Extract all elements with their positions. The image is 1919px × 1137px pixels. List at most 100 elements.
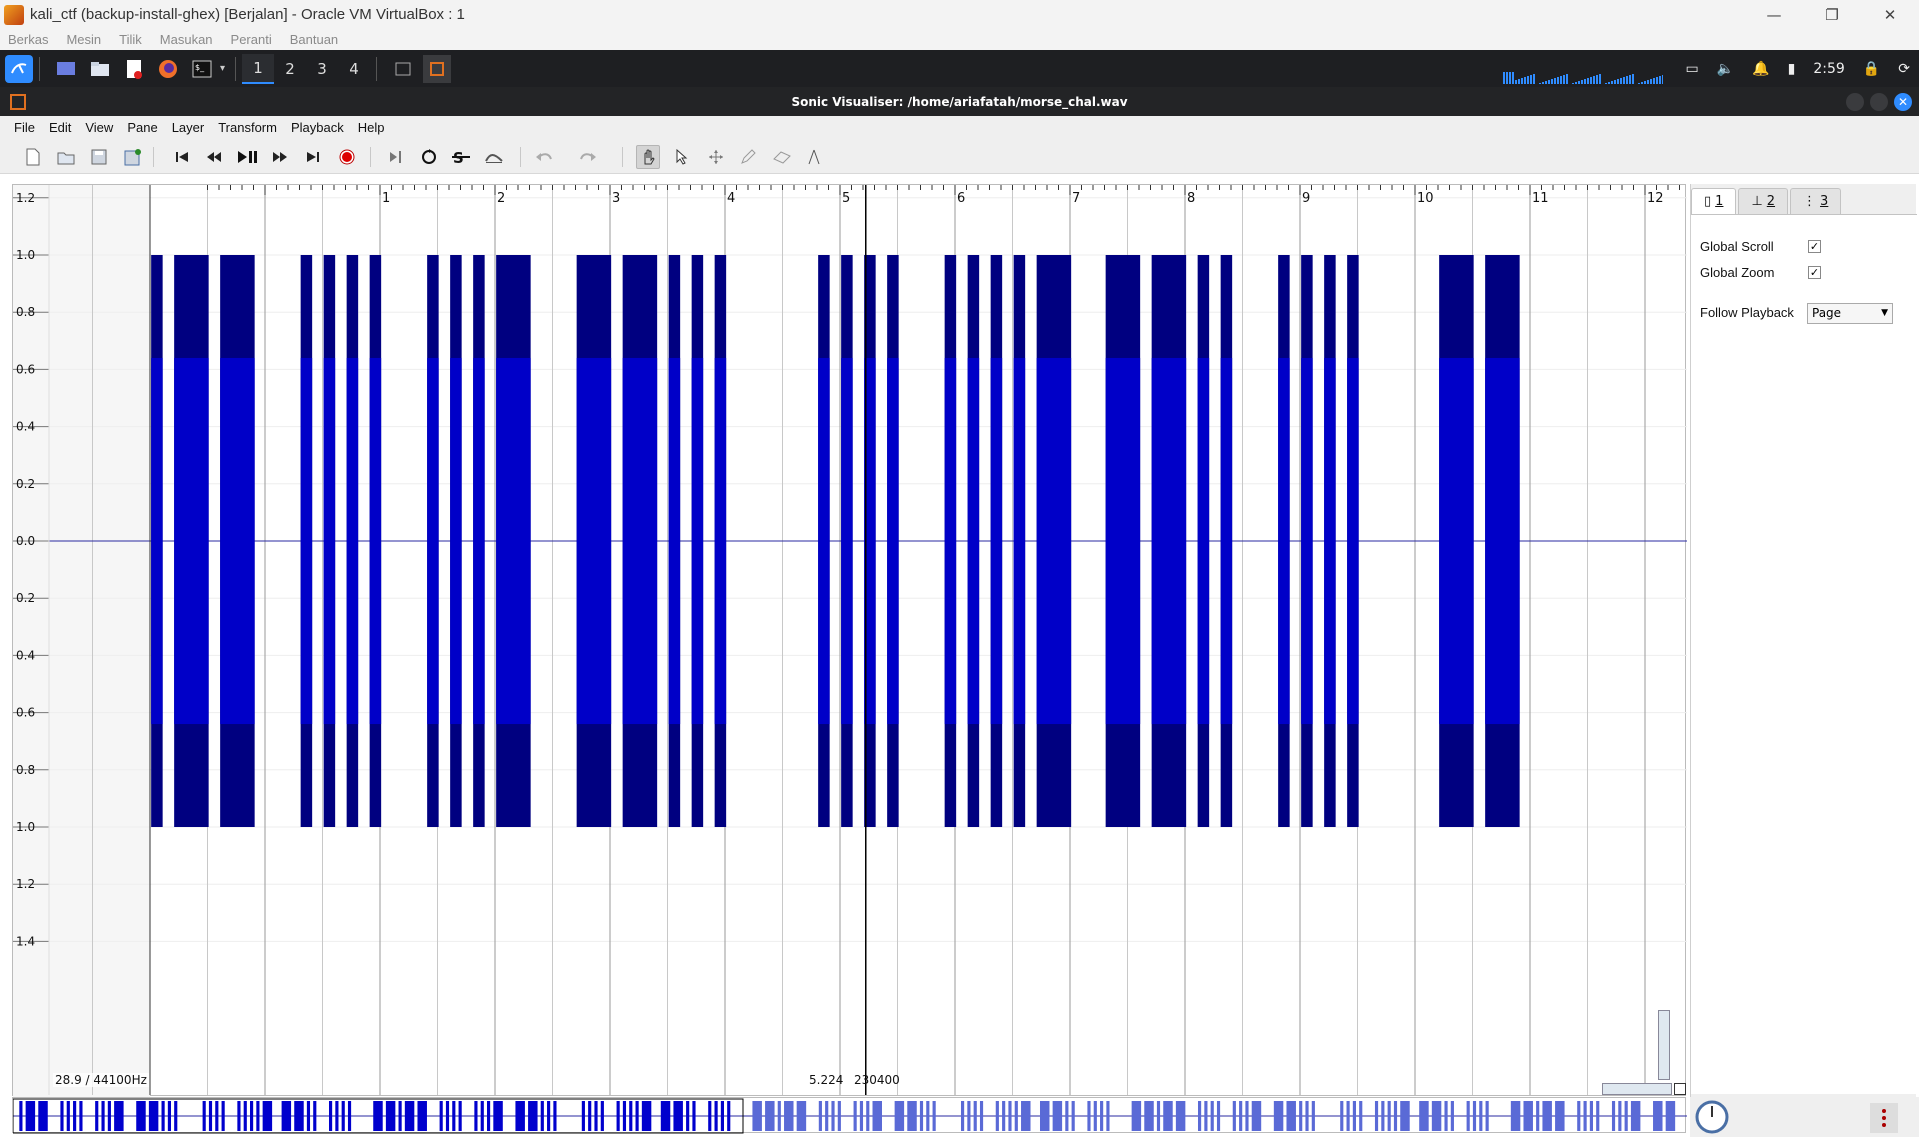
play-selection-icon[interactable] xyxy=(384,145,408,169)
overview-waveform[interactable] xyxy=(12,1098,1687,1134)
power-icon[interactable]: ⟳ xyxy=(1898,61,1910,77)
workspace-3[interactable]: 3 xyxy=(306,54,338,84)
restore-button[interactable]: ❐ xyxy=(1803,0,1861,29)
host-menu-bar: Berkas Mesin Tilik Masukan Peranti Bantu… xyxy=(0,29,1919,50)
overview-tone xyxy=(765,1101,775,1131)
more-options-icon[interactable] xyxy=(1870,1103,1898,1133)
overview-tone xyxy=(1311,1101,1315,1131)
network-activity-bar xyxy=(1650,79,1652,84)
measure-icon[interactable] xyxy=(802,145,826,169)
app-close-button[interactable]: ✕ xyxy=(1894,93,1912,111)
menu-layer[interactable]: Layer xyxy=(172,120,205,135)
overview-tone xyxy=(398,1101,402,1131)
menu-transform[interactable]: Transform xyxy=(218,120,277,135)
workspace-2[interactable]: 2 xyxy=(274,54,306,84)
undo-icon[interactable] xyxy=(532,145,556,169)
host-menu-tilik[interactable]: Tilik xyxy=(119,32,142,47)
app-minimize-button[interactable] xyxy=(1846,93,1864,111)
skip-end-icon[interactable] xyxy=(301,145,325,169)
redo-icon[interactable] xyxy=(576,145,600,169)
lock-icon[interactable]: 🔒 xyxy=(1863,61,1880,77)
erase-icon[interactable] xyxy=(770,145,794,169)
waveform-tone-rms xyxy=(887,357,899,725)
record-icon[interactable] xyxy=(335,145,359,169)
overview-tone xyxy=(837,1101,841,1131)
workspace-4[interactable]: 4 xyxy=(338,54,370,84)
rewind-icon[interactable] xyxy=(202,145,226,169)
speedup-icon[interactable] xyxy=(482,145,506,169)
minimize-button[interactable]: — xyxy=(1745,0,1803,29)
display-icon[interactable]: ▭ xyxy=(1686,61,1699,77)
overview-tone xyxy=(1653,1101,1663,1131)
global-scroll-checkbox[interactable]: ✓ xyxy=(1808,240,1821,253)
overview-tone xyxy=(1052,1101,1063,1131)
workspace-1[interactable]: 1 xyxy=(242,53,275,84)
zoom-reset-button[interactable] xyxy=(1674,1083,1686,1095)
move-icon[interactable] xyxy=(704,145,728,169)
host-menu-masukan[interactable]: Masukan xyxy=(160,32,213,47)
waveform-chart[interactable]: 1234567891011121.41.21.00.80.60.40.20.00… xyxy=(13,185,1687,1097)
volume-icon[interactable]: 🔈 xyxy=(1717,61,1734,77)
follow-playback-select[interactable]: Page ▼ xyxy=(1807,303,1893,324)
svg-text:$_: $_ xyxy=(195,63,205,72)
host-menu-berkas[interactable]: Berkas xyxy=(8,32,48,47)
save-icon[interactable] xyxy=(87,145,111,169)
overview-tone xyxy=(600,1101,604,1131)
waveform-tone-rms xyxy=(944,357,957,725)
overview-tone xyxy=(1093,1101,1097,1131)
host-menu-bantuan[interactable]: Bantuan xyxy=(290,32,338,47)
firefox-icon[interactable] xyxy=(154,55,182,83)
solo-icon[interactable]: S xyxy=(449,145,473,169)
overview-tone xyxy=(1352,1101,1356,1131)
menu-playback[interactable]: Playback xyxy=(291,120,344,135)
play-pause-icon[interactable] xyxy=(235,145,259,169)
menu-pane[interactable]: Pane xyxy=(127,120,157,135)
file-manager-icon[interactable] xyxy=(86,55,114,83)
tab-label: 3 xyxy=(1820,194,1829,209)
draw-pencil-icon[interactable] xyxy=(736,145,760,169)
new-file-icon[interactable] xyxy=(21,145,45,169)
save-session-icon[interactable] xyxy=(121,145,145,169)
overview-tone xyxy=(1100,1101,1104,1131)
horizontal-zoom-thumbwheel[interactable] xyxy=(1602,1083,1672,1095)
notification-bell-icon[interactable]: 🔔 xyxy=(1752,61,1769,77)
panel-tray: ▭ 🔈 🔔 ▮ 2:59 🔒 ⟳ xyxy=(1677,50,1919,87)
navigate-hand-icon[interactable] xyxy=(636,145,660,169)
tab-1[interactable]: ▯ 1 xyxy=(1691,188,1737,214)
overview-tone xyxy=(1210,1101,1214,1131)
kali-menu-icon[interactable] xyxy=(5,54,33,83)
text-editor-icon[interactable] xyxy=(120,55,148,83)
open-folder-icon[interactable] xyxy=(54,145,78,169)
fast-forward-icon[interactable] xyxy=(268,145,292,169)
menu-view[interactable]: View xyxy=(85,120,113,135)
tab-2[interactable]: ⊥ 2 xyxy=(1738,188,1789,214)
terminal-window-task[interactable] xyxy=(389,55,417,83)
rewind-start-icon[interactable] xyxy=(170,145,194,169)
app-maximize-button[interactable] xyxy=(1870,93,1888,111)
overview-tone xyxy=(919,1101,924,1131)
playback-speed-dial-icon[interactable] xyxy=(1690,1097,1730,1137)
clock[interactable]: 2:59 xyxy=(1813,61,1844,77)
network-activity-bar xyxy=(1647,80,1649,84)
terminal-icon[interactable]: $_ xyxy=(188,55,216,83)
menu-file[interactable]: File xyxy=(14,120,35,135)
close-window-button[interactable]: ✕ xyxy=(1861,0,1919,29)
tab-3[interactable]: ⋮ 3 xyxy=(1790,188,1842,214)
host-menu-mesin[interactable]: Mesin xyxy=(66,32,101,47)
chevron-down-icon[interactable]: ▾ xyxy=(220,63,225,74)
global-zoom-checkbox[interactable]: ✓ xyxy=(1808,266,1821,279)
menu-help[interactable]: Help xyxy=(358,120,385,135)
menu-edit[interactable]: Edit xyxy=(49,120,71,135)
network-activity-bar xyxy=(1590,77,1592,84)
overview-pane[interactable] xyxy=(12,1097,1687,1134)
vertical-zoom-thumbwheel[interactable] xyxy=(1658,1010,1670,1080)
host-menu-peranti[interactable]: Peranti xyxy=(231,32,272,47)
waveform-pane[interactable]: 1234567891011121.41.21.00.80.60.40.20.00… xyxy=(12,184,1687,1097)
desktop-icon[interactable] xyxy=(52,55,80,83)
battery-icon[interactable]: ▮ xyxy=(1788,61,1796,77)
select-arrow-icon[interactable] xyxy=(670,145,694,169)
overview-tone xyxy=(1374,1101,1379,1131)
overview-tone xyxy=(1131,1101,1142,1131)
sonic-visualiser-task[interactable] xyxy=(423,54,452,83)
loop-icon[interactable] xyxy=(417,145,441,169)
